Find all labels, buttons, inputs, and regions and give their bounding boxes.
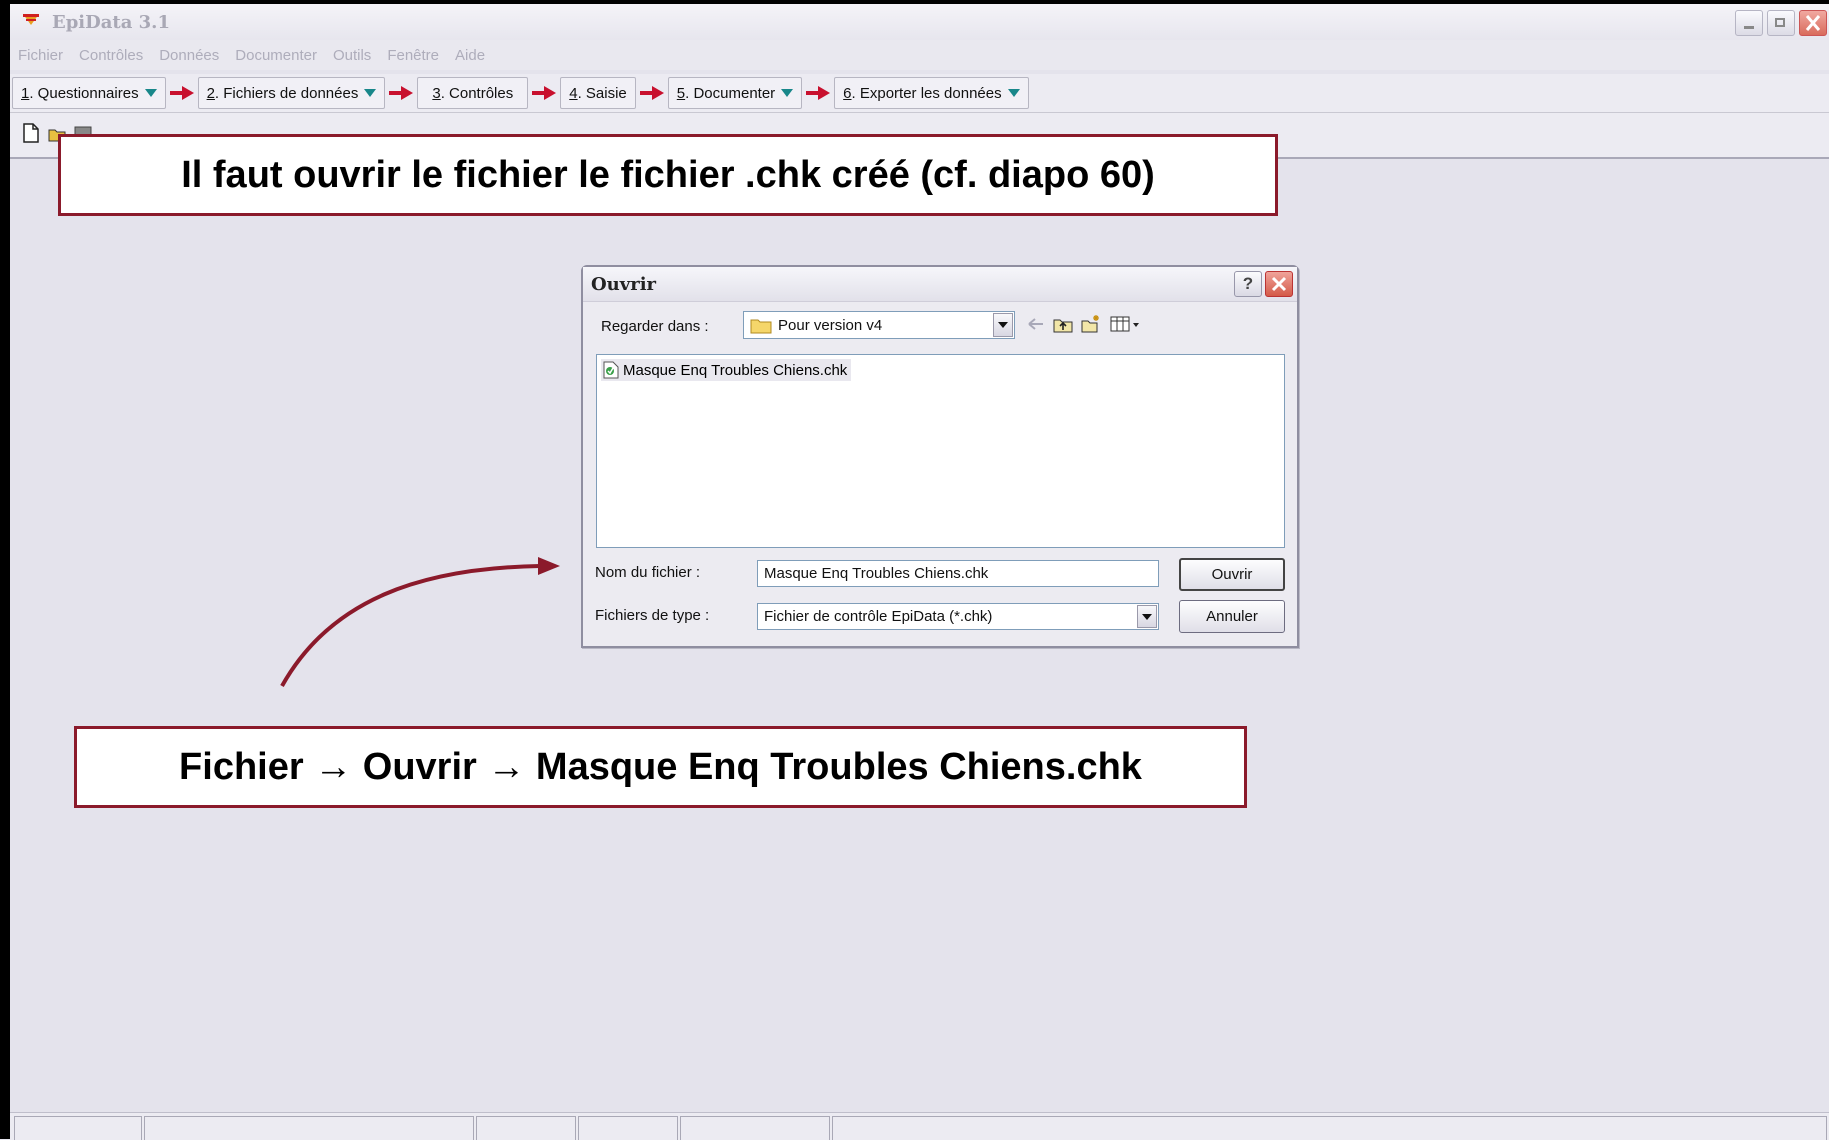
filename-value: Masque Enq Troubles Chiens.chk [764,565,989,582]
cancel-button[interactable]: Annuler [1179,600,1285,633]
instruction-callout-bottom: Fichier → Ouvrir → Masque Enq Troubles C… [74,726,1247,808]
status-panel [476,1116,576,1140]
filetype-value: Fichier de contrôle EpiData (*.chk) [764,608,993,625]
instruction-text-bottom: Fichier → Ouvrir → Masque Enq Troubles C… [179,745,1142,788]
view-menu-icon[interactable] [1110,314,1144,334]
arrow-right-icon [639,86,664,100]
new-folder-icon[interactable] [1081,314,1101,334]
workflow-saisie[interactable]: 4. Saisie [560,77,636,109]
window-title: EpiData 3.1 [52,11,170,33]
status-bar [10,1112,1829,1140]
status-panel [14,1116,142,1140]
epidata-logo-icon [23,14,39,25]
dialog-title: Ouvrir [591,273,657,295]
menu-fenetre[interactable]: Fenêtre [387,47,439,64]
dialog-title-buttons: ? [1234,271,1293,297]
instruction-callout-top: Il faut ouvrir le fichier le fichier .ch… [58,134,1278,216]
minimize-button[interactable] [1735,10,1763,36]
arrow-right-icon [169,86,194,100]
status-panel [144,1116,474,1140]
workflow-exporter[interactable]: 6. Exporter les données [834,77,1029,109]
restore-icon [1775,18,1785,27]
file-list[interactable]: Masque Enq Troubles Chiens.chk [596,354,1285,548]
file-item[interactable]: Masque Enq Troubles Chiens.chk [601,359,852,381]
back-arrow-icon[interactable] [1026,314,1046,334]
workflow-documenter[interactable]: 5. Documenter [667,77,803,109]
title-bar: EpiData 3.1 [10,4,1829,41]
filetype-select[interactable]: Fichier de contrôle EpiData (*.chk) [757,603,1159,630]
menu-bar: Fichier Contrôles Données Documenter Out… [10,40,1829,70]
arrow-right-icon [532,86,557,100]
workflow-toolbar: 1. Questionnaires 2. Fichiers de données… [10,74,1829,113]
dialog-close-button[interactable] [1265,271,1293,297]
filetype-label: Fichiers de type : [595,607,710,624]
dropdown-arrow-icon [144,89,157,97]
look-in-label: Regarder dans : [601,318,709,335]
minimize-icon [1744,26,1754,29]
menu-documenter[interactable]: Documenter [235,47,317,64]
window-controls [1735,10,1827,36]
menu-donnees[interactable]: Données [159,47,219,64]
up-folder-icon[interactable] [1053,314,1073,334]
open-button[interactable]: Ouvrir [1179,558,1285,591]
help-icon: ? [1242,274,1254,293]
workflow-fichiers-de-donnees[interactable]: 2. Fichiers de données [197,77,386,109]
new-file-icon[interactable] [22,123,40,143]
restore-button[interactable] [1767,10,1795,36]
workflow-controles[interactable]: 3. Contrôles [417,77,529,109]
filetype-dropdown-button[interactable] [1137,605,1157,628]
look-in-combo[interactable]: Pour version v4 [743,311,1015,339]
close-icon [1271,276,1287,292]
dialog-title-bar: Ouvrir [583,267,1297,302]
menu-controles[interactable]: Contrôles [79,47,143,64]
dropdown-arrow-icon [1007,89,1020,97]
instruction-text-top: Il faut ouvrir le fichier le fichier .ch… [181,153,1155,196]
menu-outils[interactable]: Outils [333,47,371,64]
look-in-value: Pour version v4 [778,316,883,334]
menu-aide[interactable]: Aide [455,47,485,64]
filename-input[interactable]: Masque Enq Troubles Chiens.chk [757,560,1159,587]
menu-fichier[interactable]: Fichier [18,47,63,64]
arrow-right-icon [806,86,831,100]
folder-icon [750,319,772,334]
dropdown-arrow-icon [364,89,377,97]
arrow-right-icon [389,86,414,100]
status-panel [832,1116,1827,1140]
close-button[interactable] [1799,10,1827,36]
close-icon [1805,15,1821,31]
filename-label: Nom du fichier : [595,564,701,581]
status-panel [578,1116,678,1140]
dialog-help-button[interactable]: ? [1234,271,1262,297]
workflow-questionnaires[interactable]: 1. Questionnaires [12,77,166,109]
chk-file-icon [603,361,619,379]
open-dialog: Ouvrir ? Regarder dans : Pour version v4… [581,265,1299,648]
dropdown-arrow-icon [781,89,794,97]
file-item-name: Masque Enq Troubles Chiens.chk [623,361,848,379]
look-in-dropdown-button[interactable] [993,313,1013,337]
status-panel [680,1116,830,1140]
